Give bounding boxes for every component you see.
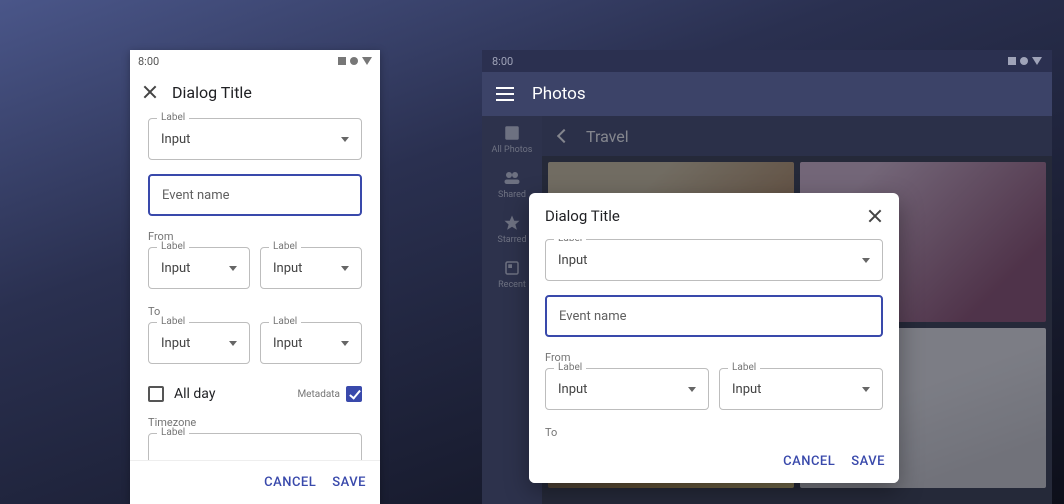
cancel-button[interactable]: CANCEL bbox=[264, 475, 316, 490]
timezone-select[interactable]: Label bbox=[148, 433, 362, 460]
status-time: 8:00 bbox=[492, 55, 513, 68]
field-label: Label bbox=[269, 316, 301, 327]
tablet-screen: 8:00 Photos All Photos Shared Starred bbox=[482, 50, 1052, 504]
chevron-down-icon bbox=[341, 266, 349, 271]
field-label: Label bbox=[157, 427, 189, 438]
from-time-select[interactable]: Label Input bbox=[260, 247, 362, 289]
chevron-down-icon bbox=[862, 258, 870, 263]
chevron-down-icon bbox=[229, 266, 237, 271]
status-bar: 8:00 bbox=[130, 50, 380, 72]
dialog-actions: CANCEL SAVE bbox=[529, 439, 899, 483]
cancel-button[interactable]: CANCEL bbox=[783, 454, 835, 469]
allday-checkbox[interactable] bbox=[148, 386, 164, 402]
status-icons bbox=[1008, 57, 1042, 65]
modal-dialog: Dialog Title Label Input Event name From… bbox=[529, 193, 899, 483]
allday-label: All day bbox=[174, 386, 215, 402]
chevron-down-icon bbox=[341, 341, 349, 346]
field-label: Label bbox=[157, 112, 189, 123]
field-label: Label bbox=[554, 239, 586, 244]
event-name-input[interactable]: Event name bbox=[148, 174, 362, 216]
chevron-down-icon bbox=[862, 387, 870, 392]
from-date-select[interactable]: Label Input bbox=[148, 247, 250, 289]
dialog-title: Dialog Title bbox=[545, 207, 620, 225]
to-date-select[interactable]: Label Input bbox=[148, 322, 250, 364]
field-value: Input bbox=[273, 261, 341, 276]
allday-row: All day Metadata bbox=[148, 386, 362, 402]
field-value: Input bbox=[732, 382, 862, 397]
close-icon[interactable] bbox=[867, 208, 883, 224]
dialog-body: Label Input Event name From Label Input … bbox=[130, 112, 380, 460]
to-time-select[interactable]: Label Input bbox=[260, 322, 362, 364]
field-value: Input bbox=[558, 253, 862, 268]
to-row: Label Input Label Input bbox=[148, 322, 362, 376]
dialog-title: Dialog Title bbox=[172, 83, 252, 102]
mobile-fullscreen-dialog: 8:00 Dialog Title Label Input Event name… bbox=[130, 50, 380, 504]
status-triangle-icon bbox=[362, 57, 372, 65]
field-value: Input bbox=[273, 336, 341, 351]
event-name-placeholder: Event name bbox=[162, 188, 348, 203]
field-label: Label bbox=[157, 316, 189, 327]
field-label: Label bbox=[269, 241, 301, 252]
field-value: Input bbox=[161, 336, 229, 351]
metadata-checkbox[interactable] bbox=[346, 386, 362, 402]
dialog-body: Label Input Event name From Label Input … bbox=[529, 239, 899, 439]
field-value: Input bbox=[558, 382, 688, 397]
dialog-app-bar: Dialog Title bbox=[130, 72, 380, 112]
app-title: Photos bbox=[532, 84, 586, 104]
from-time-select[interactable]: Label Input bbox=[719, 368, 883, 410]
field-value: Input bbox=[161, 132, 341, 147]
status-triangle-icon bbox=[1032, 57, 1042, 65]
event-name-input[interactable]: Event name bbox=[545, 295, 883, 337]
dialog-header: Dialog Title bbox=[529, 193, 899, 239]
label-select[interactable]: Label Input bbox=[148, 118, 362, 160]
field-value: Input bbox=[161, 261, 229, 276]
close-icon[interactable] bbox=[142, 84, 158, 100]
field-label: Label bbox=[728, 362, 760, 373]
chevron-down-icon bbox=[229, 341, 237, 346]
app-bar: Photos bbox=[482, 72, 1052, 116]
from-section-label: From bbox=[545, 351, 883, 364]
status-icons bbox=[338, 57, 372, 65]
from-row: Label Input Label Input bbox=[545, 368, 883, 422]
status-circle-icon bbox=[350, 57, 358, 65]
dialog-actions: CANCEL SAVE bbox=[130, 460, 380, 504]
save-button[interactable]: SAVE bbox=[332, 475, 366, 490]
to-section-label: To bbox=[545, 426, 883, 439]
from-row: Label Input Label Input bbox=[148, 247, 362, 301]
status-square-icon bbox=[1008, 57, 1016, 65]
status-square-icon bbox=[338, 57, 346, 65]
field-label: Label bbox=[554, 362, 586, 373]
status-circle-icon bbox=[1020, 57, 1028, 65]
event-name-placeholder: Event name bbox=[559, 309, 869, 324]
chevron-down-icon bbox=[341, 137, 349, 142]
save-button[interactable]: SAVE bbox=[851, 454, 885, 469]
status-time: 8:00 bbox=[138, 55, 159, 68]
status-bar: 8:00 bbox=[482, 50, 1052, 72]
from-date-select[interactable]: Label Input bbox=[545, 368, 709, 410]
label-select[interactable]: Label Input bbox=[545, 239, 883, 281]
metadata-label: Metadata bbox=[297, 389, 340, 400]
chevron-down-icon bbox=[688, 387, 696, 392]
field-label: Label bbox=[157, 241, 189, 252]
menu-icon[interactable] bbox=[496, 87, 514, 101]
